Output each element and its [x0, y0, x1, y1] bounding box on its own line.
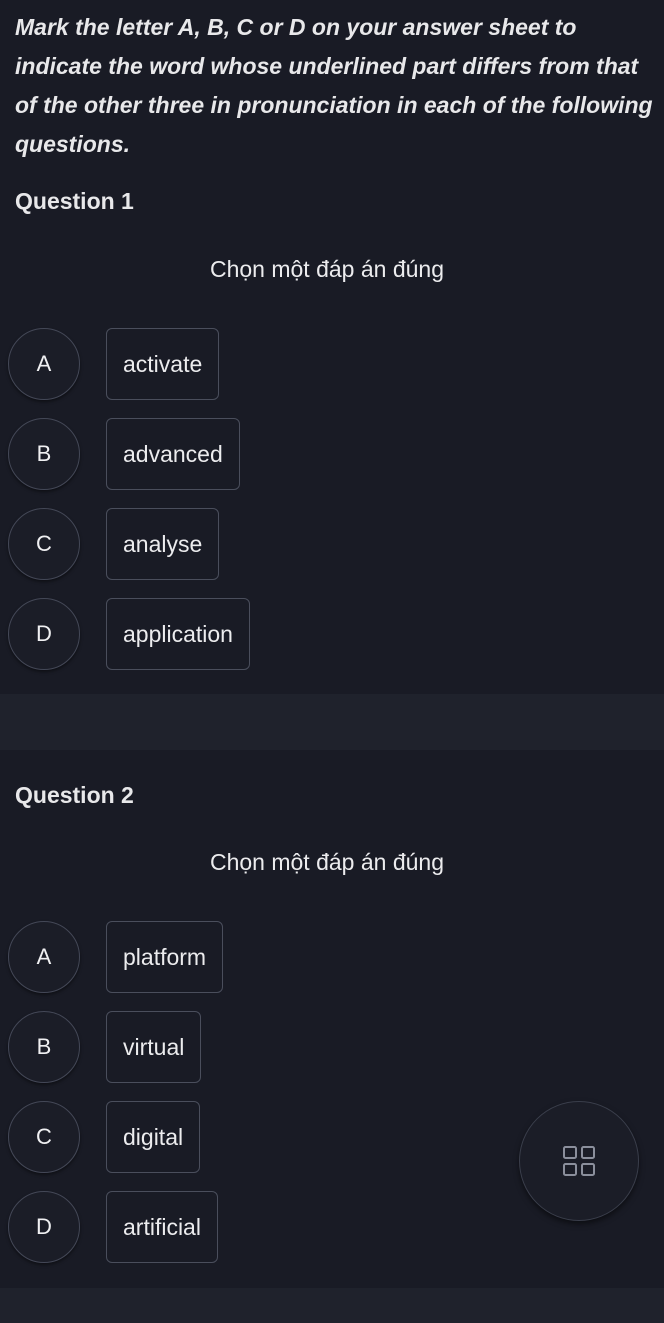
question-1-title: Question 1 — [15, 188, 134, 214]
question-2-title: Question 2 — [15, 782, 134, 808]
q2-option-c-letter[interactable]: C — [8, 1101, 80, 1173]
q1-option-c-letter[interactable]: C — [8, 508, 80, 580]
q2-option-a-answer[interactable]: platform — [106, 921, 224, 993]
q2-option-b-letter[interactable]: B — [8, 1011, 80, 1083]
q1-option-d-letter[interactable]: D — [8, 598, 80, 670]
question-2-prompt: Chọn một đáp án đúng — [209, 849, 444, 875]
q2-option-c-answer[interactable]: digital — [106, 1101, 201, 1173]
q2-option-b-answer[interactable]: virtual — [106, 1011, 202, 1083]
q1-option-b-letter[interactable]: B — [8, 418, 80, 490]
q2-option-a-letter[interactable]: A — [8, 921, 80, 993]
instructions-text: Mark the letter A, B, C or D on your ans… — [15, 14, 653, 157]
grid-icon — [563, 1146, 595, 1176]
bottom-divider — [0, 1288, 664, 1323]
q2-option-d-letter[interactable]: D — [8, 1191, 80, 1263]
question-divider — [0, 694, 664, 750]
q1-option-a-letter[interactable]: A — [8, 328, 80, 400]
q1-option-a-answer[interactable]: activate — [106, 328, 220, 400]
question-1-prompt: Chọn một đáp án đúng — [209, 256, 444, 282]
q1-option-d-answer[interactable]: application — [106, 598, 250, 670]
q2-option-d-answer[interactable]: artificial — [106, 1191, 218, 1263]
question-grid-button[interactable] — [519, 1101, 639, 1221]
q1-option-b-answer[interactable]: advanced — [106, 418, 240, 490]
q1-option-c-answer[interactable]: analyse — [106, 508, 220, 580]
